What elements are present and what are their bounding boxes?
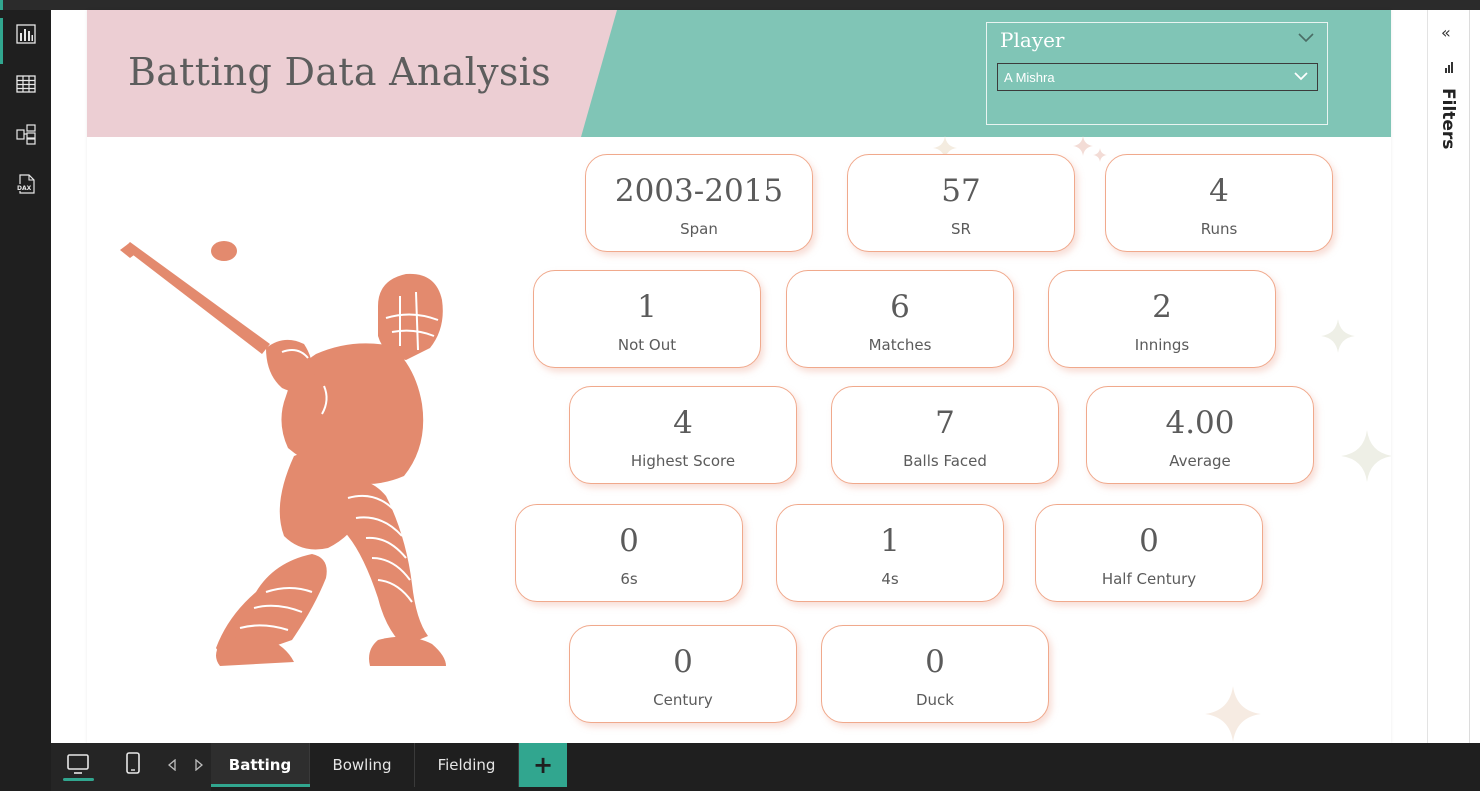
kpi-label: Duck [916, 691, 954, 709]
kpi-card-sixes: 0 6s [515, 504, 743, 602]
kpi-value: 6 [890, 289, 910, 325]
kpi-label: 4s [881, 570, 899, 588]
kpi-card-sr: 57 SR [847, 154, 1075, 252]
kpi-label: 6s [620, 570, 638, 588]
kpi-value: 4 [1209, 173, 1229, 209]
kpi-label: Highest Score [630, 452, 736, 470]
kpi-label: Century [653, 691, 713, 709]
kpi-card-not-out: 1 Not Out [533, 270, 761, 368]
sparkle-icon [1073, 136, 1093, 156]
sparkle-icon [1321, 319, 1355, 353]
kpi-card-highest-score: 4 Highest Score [569, 386, 797, 484]
filters-pane[interactable]: « Filters [1427, 10, 1469, 743]
kpi-value: 4.00 [1165, 405, 1235, 441]
add-page-button[interactable]: + [519, 743, 567, 787]
kpi-value: 1 [637, 289, 657, 325]
kpi-card-balls-faced: 7 Balls Faced [831, 386, 1059, 484]
kpi-value: 1 [880, 523, 900, 559]
player-dropdown-value: A Mishra [1004, 70, 1055, 85]
kpi-value: 0 [619, 523, 639, 559]
report-page: Batting Data Analysis Player A Mishra 20… [87, 10, 1391, 743]
kpi-value: 0 [673, 644, 693, 680]
active-layout-indicator [63, 778, 94, 781]
kpi-card-duck: 0 Duck [821, 625, 1049, 723]
kpi-card-half-century: 0 Half Century [1035, 504, 1263, 602]
player-dropdown[interactable]: A Mishra [997, 63, 1318, 91]
top-strip [0, 0, 1480, 10]
filter-indicator-icon [1445, 62, 1453, 73]
filters-label[interactable]: Filters [1438, 88, 1458, 149]
kpi-label: SR [951, 220, 971, 238]
kpi-value: 0 [1139, 523, 1159, 559]
kpi-value: 0 [925, 644, 945, 680]
slicer-title: Player [1000, 28, 1065, 52]
kpi-label: Not Out [617, 336, 677, 354]
report-view-icon[interactable] [14, 22, 38, 46]
kpi-value: 4 [673, 405, 693, 441]
kpi-label: Runs [1200, 220, 1238, 238]
table-view-icon[interactable] [14, 72, 38, 96]
chevron-down-icon[interactable] [1293, 71, 1309, 82]
kpi-card-average: 4.00 Average [1086, 386, 1314, 484]
kpi-card-innings: 2 Innings [1048, 270, 1276, 368]
batsman-illustration [120, 241, 446, 666]
model-view-icon[interactable] [14, 122, 38, 146]
tab-bowling[interactable]: Bowling [310, 743, 415, 787]
collapse-filters-button[interactable]: « [1441, 23, 1451, 42]
kpi-label: Span [680, 220, 718, 238]
kpi-card-century: 0 Century [569, 625, 797, 723]
active-view-indicator [0, 18, 3, 64]
active-tab-indicator [211, 784, 310, 787]
left-view-rail: DAX [0, 10, 51, 743]
kpi-value: 57 [941, 173, 981, 209]
kpi-card-runs: 4 Runs [1105, 154, 1333, 252]
page-tab-bar: Batting Bowling Fielding + [0, 743, 1480, 791]
sparkle-icon [1341, 430, 1391, 482]
kpi-value: 2003-2015 [614, 173, 784, 209]
kpi-label: Half Century [1101, 570, 1197, 588]
kpi-card-matches: 6 Matches [786, 270, 1014, 368]
tab-fielding[interactable]: Fielding [415, 743, 519, 787]
kpi-value: 7 [935, 405, 955, 441]
top-accent [0, 0, 3, 10]
mobile-layout-icon[interactable] [121, 751, 145, 777]
page-title: Batting Data Analysis [128, 50, 551, 94]
kpi-label: Matches [868, 336, 932, 354]
next-page-icon[interactable] [195, 759, 203, 771]
dax-query-icon[interactable]: DAX [14, 172, 38, 196]
player-slicer[interactable]: Player A Mishra [986, 22, 1328, 125]
svg-text:DAX: DAX [17, 185, 32, 192]
kpi-label: Innings [1134, 336, 1190, 354]
kpi-label: Balls Faced [903, 452, 987, 470]
kpi-card-span: 2003-2015 Span [585, 154, 813, 252]
kpi-value: 2 [1152, 289, 1172, 325]
sparkle-icon [1205, 686, 1261, 742]
kpi-card-fours: 1 4s [776, 504, 1004, 602]
tab-batting[interactable]: Batting [211, 743, 310, 787]
kpi-label: Average [1169, 452, 1231, 470]
prev-page-icon[interactable] [168, 759, 176, 771]
sparkle-icon [1093, 148, 1107, 162]
right-scroll-edge [1469, 10, 1480, 743]
desktop-layout-icon[interactable] [66, 751, 90, 777]
chevron-down-icon[interactable] [1297, 32, 1315, 44]
